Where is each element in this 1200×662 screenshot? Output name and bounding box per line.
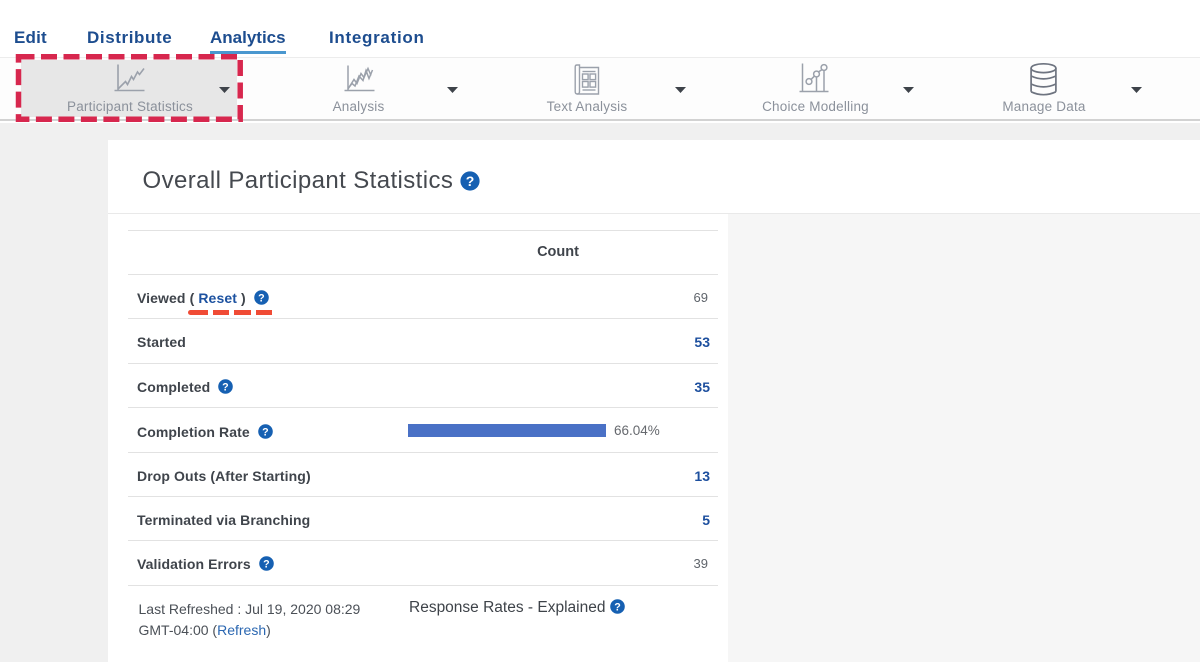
svg-text:?: ?: [466, 173, 475, 189]
svg-text:?: ?: [262, 427, 269, 439]
svg-text:?: ?: [614, 601, 621, 613]
svg-text:?: ?: [222, 381, 229, 393]
svg-text:?: ?: [258, 292, 265, 304]
svg-text:?: ?: [263, 559, 270, 571]
